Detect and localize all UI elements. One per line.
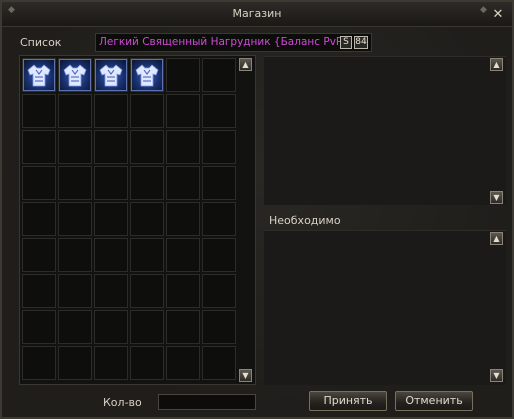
item-slot[interactable] [166,130,200,164]
item-slot[interactable] [22,58,56,92]
item-slot[interactable] [202,94,236,128]
blue-chest-armor-icon[interactable] [95,59,127,91]
item-slot[interactable] [130,238,164,272]
item-slot[interactable] [22,94,56,128]
required-label: Необходимо [269,214,341,227]
item-slot[interactable] [22,310,56,344]
item-slot[interactable] [22,130,56,164]
item-slot[interactable] [130,310,164,344]
item-slot[interactable] [166,274,200,308]
scroll-down-icon[interactable]: ▼ [490,191,503,204]
accept-button[interactable]: Принять [309,391,387,411]
required-scrollbar[interactable]: ▲ ▼ [490,232,503,384]
item-slot[interactable] [130,274,164,308]
item-slot[interactable] [22,274,56,308]
item-slot[interactable] [166,202,200,236]
item-slot[interactable] [202,310,236,344]
item-slot[interactable] [202,202,236,236]
list-scrollbar[interactable]: ▲ ▼ [239,58,252,382]
item-slot[interactable] [130,130,164,164]
cancel-button[interactable]: Отменить [395,391,473,411]
quantity-label: Кол-во [103,396,142,409]
item-slot[interactable] [22,202,56,236]
item-slot[interactable] [130,58,164,92]
item-slot[interactable] [130,166,164,200]
scroll-up-icon[interactable]: ▲ [239,58,252,71]
blue-chest-armor-icon[interactable] [23,59,55,91]
grade-badge: S [340,36,352,49]
list-label: Список [20,36,62,49]
level-badge: 84 [354,36,368,49]
blue-chest-armor-icon[interactable] [59,59,91,91]
scroll-down-icon[interactable]: ▼ [490,369,503,382]
item-slot[interactable] [58,202,92,236]
item-slot[interactable] [94,310,128,344]
item-slot[interactable] [94,130,128,164]
item-list-grid [19,55,256,385]
item-slot[interactable] [202,274,236,308]
item-slot[interactable] [58,130,92,164]
item-slot[interactable] [58,346,92,380]
item-slot[interactable] [166,94,200,128]
item-slot[interactable] [166,310,200,344]
selected-item-name-box: Легкий Священный Нагрудник {Баланс PvP} … [95,33,372,52]
item-slot[interactable] [202,238,236,272]
item-slot[interactable] [94,94,128,128]
item-slot[interactable] [202,166,236,200]
item-slot[interactable] [58,238,92,272]
item-slot[interactable] [58,274,92,308]
selected-item-name: Легкий Священный Нагрудник {Баланс PvP} [99,36,349,48]
scroll-up-icon[interactable]: ▲ [490,232,503,245]
item-slot[interactable] [94,346,128,380]
window-title: Магазин [232,7,282,20]
title-bar[interactable]: ◆ Магазин ◆ ✕ [2,2,512,27]
item-slot[interactable] [166,58,200,92]
item-slot[interactable] [202,58,236,92]
item-slot[interactable] [22,346,56,380]
item-slot[interactable] [130,202,164,236]
item-slot[interactable] [130,94,164,128]
corner-ornament-icon: ◆ [480,5,487,15]
scroll-up-icon[interactable]: ▲ [490,58,503,71]
quantity-input[interactable] [158,394,256,410]
item-slot[interactable] [166,238,200,272]
item-slot[interactable] [166,346,200,380]
item-slot[interactable] [94,238,128,272]
required-items-panel [264,230,506,385]
item-slot[interactable] [94,166,128,200]
item-slot[interactable] [94,58,128,92]
scroll-down-icon[interactable]: ▼ [239,369,252,382]
item-slot[interactable] [166,166,200,200]
item-slot[interactable] [94,202,128,236]
item-slot[interactable] [202,346,236,380]
item-slot[interactable] [22,238,56,272]
item-slot[interactable] [94,274,128,308]
item-slot[interactable] [58,166,92,200]
shop-window: ◆ Магазин ◆ ✕ Список Легкий Священный На… [0,0,514,419]
item-slot[interactable] [22,166,56,200]
item-slot[interactable] [202,130,236,164]
item-slot[interactable] [58,310,92,344]
close-icon[interactable]: ✕ [492,8,504,21]
item-slot[interactable] [58,58,92,92]
item-slot[interactable] [130,346,164,380]
item-slot[interactable] [58,94,92,128]
item-description-panel [264,56,506,205]
blue-chest-armor-icon[interactable] [131,59,163,91]
description-scrollbar[interactable]: ▲ ▼ [490,58,503,204]
